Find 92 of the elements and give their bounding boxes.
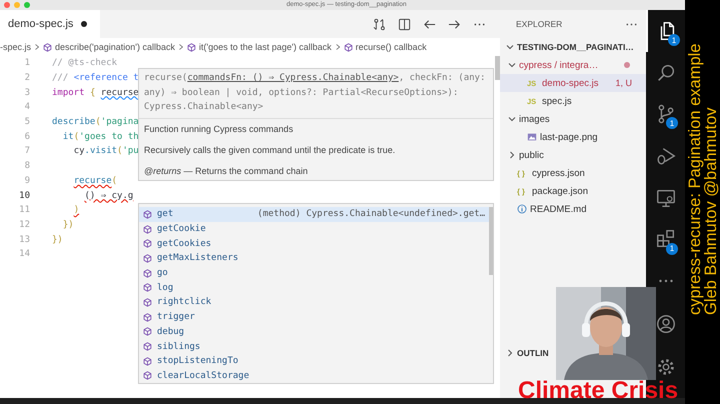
code-line: import { recurse <box>52 88 139 98</box>
line-number: 11 <box>18 205 31 216</box>
back-arrow-icon[interactable] <box>423 18 436 30</box>
doc-text: Recursively calls the given command until the predicate is true. <box>144 144 396 156</box>
method-icon <box>143 254 152 263</box>
line-number: 4 <box>24 102 31 112</box>
breadcrumb-item[interactable]: it('goes to the last page') callback <box>199 42 332 52</box>
caption-text: cypress-recurse: Pagination example <box>687 42 703 315</box>
line-number: 10 <box>18 190 31 201</box>
method-icon <box>143 224 152 234</box>
panel-title: EXPLORER <box>516 19 564 29</box>
code-line: ) <box>72 205 80 216</box>
count-badge: 1 <box>666 117 678 130</box>
method-icon <box>143 239 152 248</box>
forward-arrow-icon[interactable] <box>448 18 461 30</box>
scrollbar-thumb[interactable] <box>489 207 493 275</box>
run-debug-icon[interactable] <box>654 145 676 168</box>
suggestion-item[interactable]: getCookie <box>139 222 493 236</box>
line-number: 7 <box>24 146 31 156</box>
section-header[interactable]: OUTLIN <box>500 344 551 362</box>
breadcrumb-item[interactable]: describe('pagination') callback <box>55 42 176 52</box>
suggestion-item[interactable]: siblings <box>139 339 493 354</box>
method-icon <box>143 327 152 336</box>
method-icon <box>143 342 152 352</box>
symbol-icon <box>187 42 196 52</box>
line-number: 13 <box>18 234 31 245</box>
code-line: () ⇒ cy.g <box>84 190 134 201</box>
split-editor-icon[interactable] <box>398 18 411 30</box>
code-line: /// <reference t <box>52 73 139 84</box>
status-label: 1, U <box>615 78 633 88</box>
count-badge: 1 <box>666 242 678 255</box>
chevron-icon <box>178 44 184 50</box>
account-icon[interactable] <box>654 312 676 335</box>
method-icon <box>143 312 152 322</box>
code-line: cy.visit('pu <box>72 146 139 156</box>
suggestion-item[interactable]: go <box>139 266 493 280</box>
tree-item[interactable]: last-page.png <box>500 128 646 146</box>
editor-tab[interactable]: demo-spec.js <box>0 10 100 38</box>
suggestion-item[interactable]: getMaxListeners <box>139 251 493 266</box>
chevron-icon <box>34 44 40 50</box>
code-line: recurse( <box>72 176 118 186</box>
doc-text: Function running Cypress commands <box>144 122 294 134</box>
chevron-icon[interactable] <box>508 61 516 69</box>
suggestion-item[interactable]: trigger <box>139 310 493 324</box>
code-line: // @ts-check <box>52 58 118 68</box>
line-number: 6 <box>24 132 31 142</box>
code-line: }) <box>52 234 63 245</box>
chevron-icon[interactable] <box>508 115 516 123</box>
chevron-icon[interactable] <box>506 349 514 357</box>
code-line: it('goes to th <box>62 132 139 142</box>
line-number: 2 <box>24 73 31 84</box>
chevron-icon <box>334 44 341 50</box>
tree-item[interactable]: README.md <box>500 200 646 218</box>
caption-text: Gleb Bahmutov @bahmutov <box>703 106 719 315</box>
suggestion-item[interactable]: log <box>139 280 493 296</box>
suggestion-item[interactable]: stopListeningTo <box>139 354 493 369</box>
line-number: 5 <box>24 117 31 128</box>
function-signature: recurse(commandsFn: () ⇒ Cypress.Chainable<any>, checkFn: (any: any) ⇒ boolean | void, options?: Partial<RecurseOptions>): Cypress.Chainable<any> <box>143 72 486 114</box>
count-badge: 1 <box>668 34 680 46</box>
method-icon <box>143 371 152 380</box>
doc-text: @returns — Returns the command chain <box>144 164 309 176</box>
chevron-icon[interactable] <box>508 151 516 159</box>
code-line: }) <box>62 220 74 230</box>
method-icon <box>143 283 152 292</box>
line-number: 8 <box>24 161 31 172</box>
method-icon <box>143 298 152 307</box>
suggestion-item[interactable]: getCookies <box>139 236 493 252</box>
tree-item[interactable]: cypress / integra… <box>500 56 646 74</box>
suggestion-item[interactable]: clearLocalStorage <box>139 368 493 384</box>
line-number: 12 <box>18 220 31 230</box>
info-icon <box>517 204 527 214</box>
suggestion-item[interactable]: debug <box>139 324 493 340</box>
line-number: 1 <box>24 58 31 68</box>
tree-item[interactable]: public <box>500 146 646 164</box>
chevron-icon[interactable] <box>506 43 514 51</box>
scrollbar-thumb[interactable] <box>495 56 500 80</box>
symbol-icon <box>344 42 353 52</box>
symbol-icon <box>43 42 52 52</box>
line-number: 3 <box>24 88 31 98</box>
line-number: 14 <box>18 249 31 260</box>
method-icon <box>143 210 152 219</box>
suggestion-item[interactable]: rightclick <box>139 295 493 310</box>
method-icon <box>143 268 152 278</box>
tree-item[interactable]: images <box>500 110 646 128</box>
image-file-icon <box>527 132 537 142</box>
project-header[interactable]: TESTING-DOM__PAGINATI… <box>500 38 646 56</box>
breadcrumb-item[interactable]: -spec.js <box>0 42 32 52</box>
line-number: 9 <box>24 176 31 186</box>
code-line: describe('pagina <box>52 117 139 128</box>
breadcrumb-item[interactable]: recurse() callback <box>356 42 427 52</box>
compare-icon[interactable] <box>373 18 386 30</box>
method-icon <box>143 356 152 366</box>
